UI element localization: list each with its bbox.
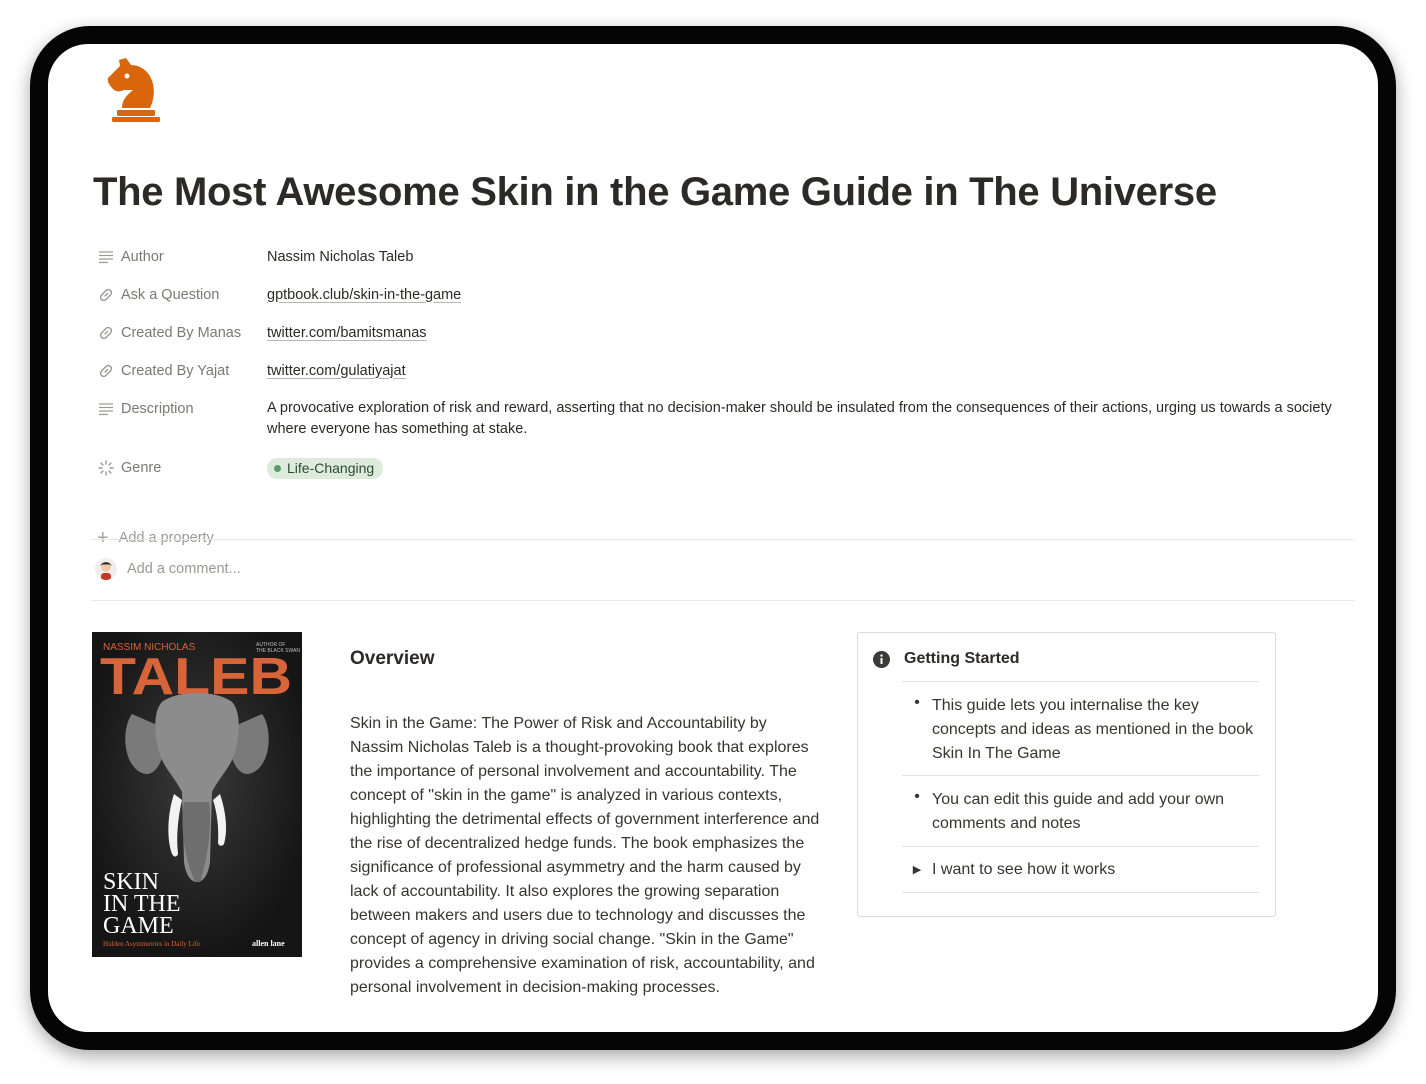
divider	[91, 539, 1355, 540]
book-cover-image: NASSIM NICHOLAS AUTHOR OF THE BLACK SWAN…	[92, 632, 302, 957]
text-lines-icon	[99, 403, 113, 416]
spinner-icon	[98, 460, 114, 476]
link-icon	[99, 326, 113, 340]
genre-tag[interactable]: Life-Changing	[267, 457, 384, 479]
property-link-value[interactable]: twitter.com/bamitsmanas	[267, 316, 427, 350]
link-icon	[99, 288, 113, 302]
text-lines-icon	[99, 251, 113, 264]
list-item[interactable]: • This guide lets you internalise the ke…	[902, 681, 1259, 775]
overview-paragraph[interactable]: Skin in the Game: The Power of Risk and …	[350, 712, 820, 1000]
tag-dot	[274, 464, 281, 472]
callout-header: Getting Started	[873, 650, 1020, 668]
property-value[interactable]: A provocative exploration of risk and re…	[267, 398, 1352, 440]
page-title[interactable]: The Most Awesome Skin in the Game Guide …	[93, 170, 1217, 215]
toggle-item-text: I want to see how it works	[932, 861, 1116, 878]
comment-box[interactable]: Add a comment...	[95, 558, 241, 580]
property-value[interactable]: Life-Changing	[267, 451, 384, 485]
cover-subtitle: Hidden Asymmetries in Daily Life	[103, 940, 200, 948]
property-label-text: Description	[121, 401, 194, 417]
callout-list: • This guide lets you internalise the ke…	[902, 681, 1259, 893]
genre-tag-label: Life-Changing	[287, 459, 375, 476]
property-value[interactable]: Nassim Nicholas Taleb	[267, 240, 413, 274]
property-label-text: Created By Yajat	[121, 363, 230, 379]
property-label[interactable]: Description	[98, 392, 258, 426]
list-item-text: This guide lets you internalise the key …	[932, 697, 1254, 762]
plus-icon: +	[97, 527, 109, 549]
comment-input[interactable]: Add a comment...	[127, 561, 241, 577]
property-label[interactable]: Created By Manas	[98, 316, 258, 350]
toggle-item[interactable]: ▶ I want to see how it works	[902, 846, 1259, 893]
link-icon	[99, 364, 113, 378]
property-link-value[interactable]: gptbook.club/skin-in-the-game	[267, 278, 461, 312]
property-label[interactable]: Genre	[98, 451, 258, 485]
list-item[interactable]: • You can edit this guide and add your o…	[902, 775, 1259, 846]
property-label[interactable]: Ask a Question	[98, 278, 258, 312]
getting-started-callout: Getting Started • This guide lets you in…	[857, 632, 1276, 917]
add-property-label: Add a property	[118, 530, 214, 546]
callout-title[interactable]: Getting Started	[904, 650, 1020, 668]
property-link-value[interactable]: twitter.com/gulatiyajat	[267, 354, 406, 388]
property-label-text: Genre	[121, 460, 162, 476]
cover-publisher: allen lane	[252, 939, 285, 948]
property-label-text: Ask a Question	[121, 287, 220, 303]
property-label-text: Created By Manas	[121, 325, 242, 341]
info-icon	[873, 650, 890, 668]
bullet-icon: •	[914, 788, 920, 805]
toggle-triangle-icon[interactable]: ▶	[902, 858, 932, 882]
bullet-icon: •	[914, 694, 920, 711]
add-property-button[interactable]: + Add a property	[97, 527, 214, 549]
property-label[interactable]: Author	[98, 240, 258, 274]
page-screen: The Most Awesome Skin in the Game Guide …	[48, 44, 1378, 1032]
avatar	[95, 558, 117, 580]
list-item-text: You can edit this guide and add your own…	[932, 791, 1225, 832]
property-label[interactable]: Created By Yajat	[98, 354, 258, 388]
property-label-text: Author	[121, 249, 164, 265]
divider	[91, 600, 1355, 601]
overview-heading[interactable]: Overview	[350, 648, 435, 670]
chess-knight-icon[interactable]	[104, 56, 160, 124]
cover-title-line3: GAME	[103, 913, 174, 939]
